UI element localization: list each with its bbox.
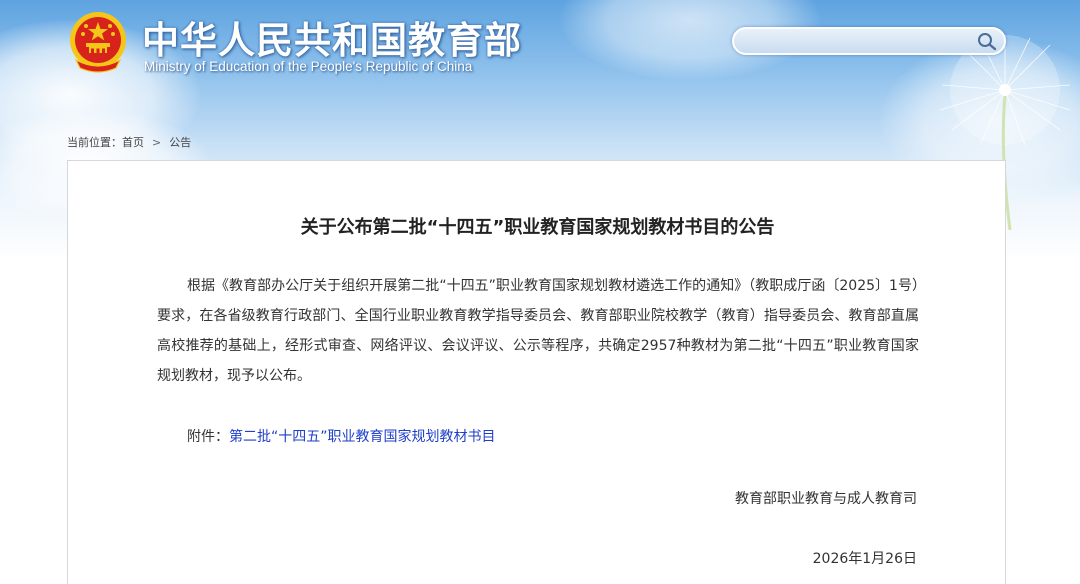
breadcrumb-home-link[interactable]: 首页 [122,136,144,149]
search-icon[interactable] [976,31,998,51]
site-title-chinese[interactable]: 中华人民共和国教育部 [142,10,522,64]
national-emblem-icon[interactable] [66,10,130,74]
breadcrumb-separator-icon: > [152,136,162,149]
issuer-signature: 教育部职业教育与成人教育司 [735,491,917,507]
attachment-line: 附件：第二批“十四五”职业教育国家规划教材书目 [187,426,496,446]
page: 中华人民共和国教育部 Ministry of Education of the … [0,0,1080,584]
breadcrumb-announcement-link[interactable]: 公告 [169,136,191,149]
attachment-label: 附件： [187,429,229,445]
search-box [732,27,1006,55]
attachment-link[interactable]: 第二批“十四五”职业教育国家规划教材书目 [229,429,496,445]
article-body: 根据《教育部办公厅关于组织开展第二批“十四五”职业教育国家规划教材遴选工作的通知… [157,278,919,384]
article-container: 关于公布第二批“十四五”职业教育国家规划教材书目的公告 根据《教育部办公厅关于组… [67,160,1006,584]
breadcrumb: 当前位置：首页 > 公告 [67,134,191,150]
publish-date: 2026年1月26日 [812,551,917,567]
site-title-english[interactable]: Ministry of Education of the People's Re… [144,59,472,74]
search-input[interactable] [746,32,966,50]
breadcrumb-prefix: 当前位置： [67,136,122,149]
article-title: 关于公布第二批“十四五”职业教育国家规划教材书目的公告 [300,217,775,238]
